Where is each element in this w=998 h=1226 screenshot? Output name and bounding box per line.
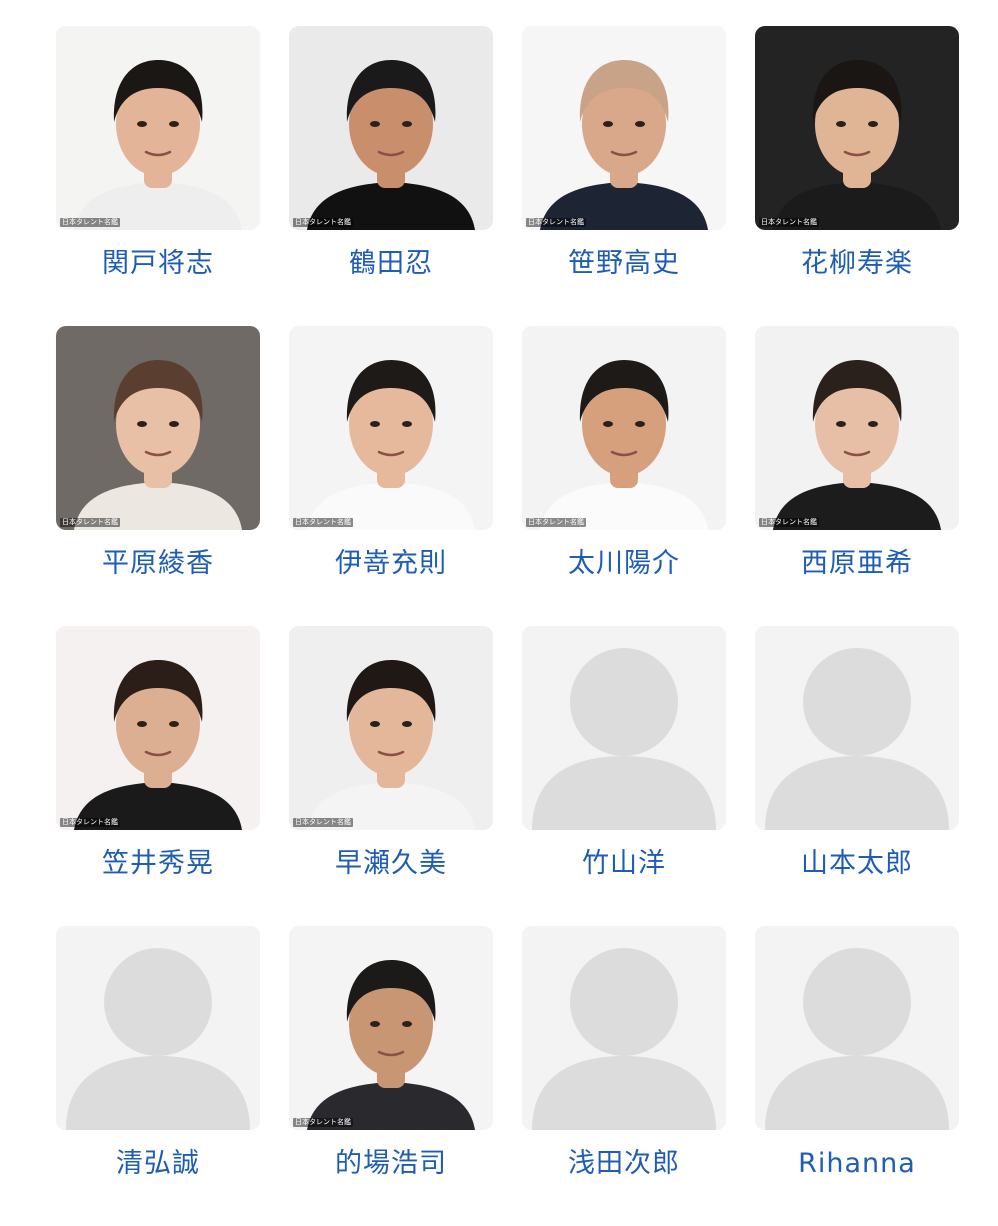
photo-watermark: 日本タレント名鑑	[293, 218, 353, 227]
actor-photo	[56, 326, 260, 530]
placeholder-photo[interactable]	[522, 926, 726, 1130]
photo-watermark: 日本タレント名鑑	[60, 818, 120, 827]
person-placeholder-icon	[522, 626, 726, 830]
cast-grid: 日本タレント名鑑 関戸将志 日本タレント名鑑 鶴田忍 日本タレント名鑑 笹野高史 日本タレン…	[56, 26, 959, 1226]
photo-watermark: 日本タレント名鑑	[759, 218, 819, 227]
cast-card[interactable]: Rihanna	[755, 926, 959, 1226]
photo-watermark: 日本タレント名鑑	[759, 518, 819, 527]
cast-name-link[interactable]: 清弘誠	[116, 1147, 200, 1181]
cast-card[interactable]: 日本タレント名鑑鶴田忍	[289, 26, 493, 326]
actor-photo	[56, 626, 260, 830]
actor-photo-frame[interactable]: 日本タレント名鑑	[522, 326, 726, 530]
photo-watermark: 日本タレント名鑑	[293, 818, 353, 827]
photo-watermark: 日本タレント名鑑	[293, 1118, 353, 1127]
cast-card[interactable]: 日本タレント名鑑関戸将志	[56, 26, 260, 326]
actor-photo	[289, 26, 493, 230]
cast-card[interactable]: 日本タレント名鑑伊嵜充則	[289, 326, 493, 626]
photo-watermark: 日本タレント名鑑	[60, 218, 120, 227]
cast-card[interactable]: 日本タレント名鑑早瀬久美	[289, 626, 493, 926]
actor-photo-frame[interactable]: 日本タレント名鑑	[56, 626, 260, 830]
cast-name-link[interactable]: 浅田次郎	[568, 1147, 680, 1181]
cast-name-link[interactable]: 笠井秀晃	[102, 847, 214, 881]
cast-name-link[interactable]: 西原亜希	[801, 547, 913, 581]
cast-card[interactable]: 日本タレント名鑑西原亜希	[755, 326, 959, 626]
placeholder-photo[interactable]	[56, 926, 260, 1130]
cast-name-link[interactable]: 平原綾香	[102, 547, 214, 581]
placeholder-photo[interactable]	[522, 626, 726, 830]
cast-card[interactable]: 日本タレント名鑑笹野高史	[522, 26, 726, 326]
cast-card[interactable]: 日本タレント名鑑笠井秀晃	[56, 626, 260, 926]
actor-photo	[522, 26, 726, 230]
photo-watermark: 日本タレント名鑑	[526, 518, 586, 527]
person-placeholder-icon	[56, 926, 260, 1130]
cast-name-link[interactable]: 山本太郎	[801, 847, 913, 881]
actor-photo	[289, 326, 493, 530]
actor-photo-frame[interactable]: 日本タレント名鑑	[56, 326, 260, 530]
actor-photo	[755, 26, 959, 230]
placeholder-photo[interactable]	[755, 626, 959, 830]
actor-photo	[522, 326, 726, 530]
cast-card[interactable]: 山本太郎	[755, 626, 959, 926]
actor-photo-frame[interactable]: 日本タレント名鑑	[755, 326, 959, 530]
actor-photo	[755, 326, 959, 530]
cast-name-link[interactable]: 笹野高史	[568, 247, 680, 281]
actor-photo-frame[interactable]: 日本タレント名鑑	[289, 626, 493, 830]
cast-name-link[interactable]: 関戸将志	[102, 247, 214, 281]
actor-photo-frame[interactable]: 日本タレント名鑑	[289, 26, 493, 230]
cast-card[interactable]: 浅田次郎	[522, 926, 726, 1226]
actor-photo-frame[interactable]: 日本タレント名鑑	[289, 326, 493, 530]
actor-photo	[56, 26, 260, 230]
actor-photo-frame[interactable]: 日本タレント名鑑	[755, 26, 959, 230]
actor-photo-frame[interactable]: 日本タレント名鑑	[56, 26, 260, 230]
cast-name-link[interactable]: 太川陽介	[568, 547, 680, 581]
photo-watermark: 日本タレント名鑑	[526, 218, 586, 227]
cast-card[interactable]: 日本タレント名鑑太川陽介	[522, 326, 726, 626]
person-placeholder-icon	[755, 926, 959, 1130]
cast-name-link[interactable]: 鶴田忍	[349, 247, 433, 281]
cast-card[interactable]: 日本タレント名鑑平原綾香	[56, 326, 260, 626]
person-placeholder-icon	[522, 926, 726, 1130]
cast-card[interactable]: 日本タレント名鑑的場浩司	[289, 926, 493, 1226]
cast-name-link[interactable]: 花柳寿楽	[801, 247, 913, 281]
person-placeholder-icon	[755, 626, 959, 830]
actor-photo	[289, 926, 493, 1130]
cast-card[interactable]: 竹山洋	[522, 626, 726, 926]
cast-card[interactable]: 清弘誠	[56, 926, 260, 1226]
photo-watermark: 日本タレント名鑑	[60, 518, 120, 527]
cast-card[interactable]: 日本タレント名鑑花柳寿楽	[755, 26, 959, 326]
cast-name-link[interactable]: 早瀬久美	[335, 847, 447, 881]
cast-name-link[interactable]: 的場浩司	[335, 1147, 447, 1181]
cast-name-link[interactable]: 竹山洋	[582, 847, 666, 881]
photo-watermark: 日本タレント名鑑	[293, 518, 353, 527]
placeholder-photo[interactable]	[755, 926, 959, 1130]
actor-photo-frame[interactable]: 日本タレント名鑑	[522, 26, 726, 230]
actor-photo	[289, 626, 493, 830]
actor-photo-frame[interactable]: 日本タレント名鑑	[289, 926, 493, 1130]
cast-name-link[interactable]: 伊嵜充則	[335, 547, 447, 581]
cast-name-link[interactable]: Rihanna	[798, 1147, 916, 1181]
